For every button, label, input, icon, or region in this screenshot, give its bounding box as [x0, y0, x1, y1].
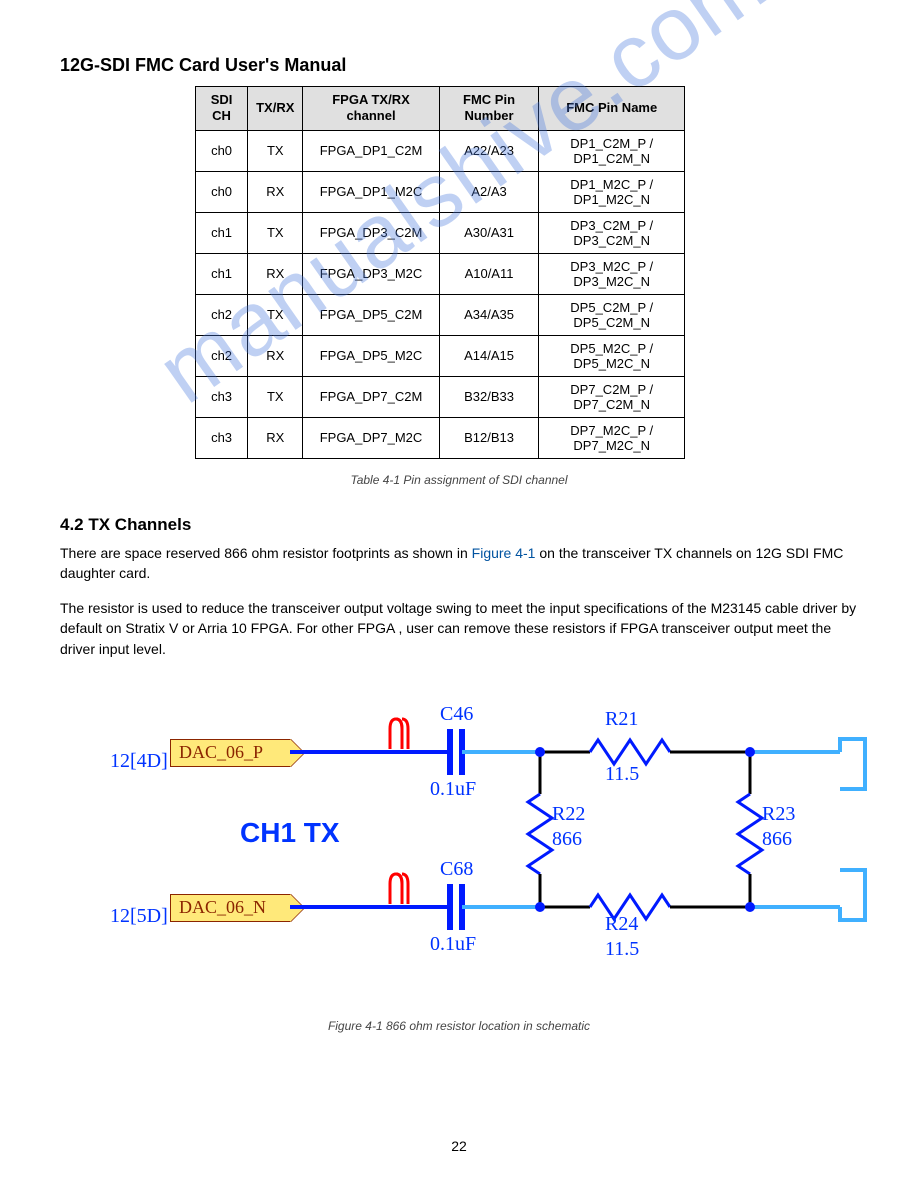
table-cell: RX: [248, 171, 303, 212]
table-cell: DP1_M2C_P / DP1_M2C_N: [539, 171, 685, 212]
table-cell: ch2: [196, 294, 248, 335]
table-row: ch1RXFPGA_DP3_M2CA10/A11DP3_M2C_P / DP3_…: [196, 253, 685, 294]
table-cell: FPGA_DP7_M2C: [303, 417, 439, 458]
pin-assignment-table: SDI CH TX/RX FPGA TX/RX channel FMC Pin …: [195, 86, 685, 459]
value-r21: 11.5: [605, 764, 639, 784]
table-row: ch3RXFPGA_DP7_M2CB12/B13DP7_M2C_P / DP7_…: [196, 417, 685, 458]
table-cell: DP7_M2C_P / DP7_M2C_N: [539, 417, 685, 458]
table-cell: RX: [248, 335, 303, 376]
table-cell: A22/A23: [439, 130, 539, 171]
table-row: ch2TXFPGA_DP5_C2MA34/A35DP5_C2M_P / DP5_…: [196, 294, 685, 335]
table-cell: TX: [248, 294, 303, 335]
refdes-r23: R23: [762, 804, 795, 824]
table-cell: A34/A35: [439, 294, 539, 335]
table-cell: ch1: [196, 212, 248, 253]
table-cell: DP1_C2M_P / DP1_C2M_N: [539, 130, 685, 171]
table-cell: DP5_M2C_P / DP5_M2C_N: [539, 335, 685, 376]
body-paragraph-2: The resistor is used to reduce the trans…: [60, 598, 858, 659]
table-header-row: SDI CH TX/RX FPGA TX/RX channel FMC Pin …: [196, 87, 685, 131]
schematic-figure: 12[4D] DAC_06_P 12[5D] DAC_06_N CH1 TX: [110, 679, 890, 1009]
table-cell: FPGA_DP7_C2M: [303, 376, 439, 417]
value-r22: 866: [552, 829, 582, 849]
table-row: ch2RXFPGA_DP5_M2CA14/A15DP5_M2C_P / DP5_…: [196, 335, 685, 376]
col-txrx: TX/RX: [248, 87, 303, 131]
body-text: There are space reserved 866 ohm resisto…: [60, 545, 472, 561]
value-r23: 866: [762, 829, 792, 849]
table-cell: ch0: [196, 171, 248, 212]
refdes-r24: R24: [605, 914, 638, 934]
table-cell: A10/A11: [439, 253, 539, 294]
refdes-c68: C68: [440, 859, 473, 879]
table-cell: FPGA_DP5_C2M: [303, 294, 439, 335]
table-cell: FPGA_DP1_C2M: [303, 130, 439, 171]
table-cell: DP3_M2C_P / DP3_M2C_N: [539, 253, 685, 294]
col-fmcpin: FMC Pin Number: [439, 87, 539, 131]
table-cell: DP3_C2M_P / DP3_C2M_N: [539, 212, 685, 253]
page-title: 12G-SDI FMC Card User's Manual: [60, 55, 858, 76]
table-cell: DP5_C2M_P / DP5_C2M_N: [539, 294, 685, 335]
col-fpga: FPGA TX/RX channel: [303, 87, 439, 131]
refdes-c46: C46: [440, 704, 473, 724]
value-c68: 0.1uF: [430, 934, 476, 954]
table-cell: B12/B13: [439, 417, 539, 458]
col-sdi-ch: SDI CH: [196, 87, 248, 131]
table-cell: FPGA_DP1_M2C: [303, 171, 439, 212]
page-number: 22: [0, 1138, 918, 1154]
table-row: ch0TXFPGA_DP1_C2MA22/A23DP1_C2M_P / DP1_…: [196, 130, 685, 171]
table-cell: TX: [248, 212, 303, 253]
table-row: ch0RXFPGA_DP1_M2CA2/A3DP1_M2C_P / DP1_M2…: [196, 171, 685, 212]
figure-caption: Figure 4-1 866 ohm resistor location in …: [60, 1019, 858, 1033]
table-cell: ch3: [196, 417, 248, 458]
table-cell: TX: [248, 130, 303, 171]
refdes-r21: R21: [605, 709, 638, 729]
table-row: ch1TXFPGA_DP3_C2MA30/A31DP3_C2M_P / DP3_…: [196, 212, 685, 253]
table-caption: Table 4-1 Pin assignment of SDI channel: [60, 473, 858, 487]
table-cell: A2/A3: [439, 171, 539, 212]
table-cell: A30/A31: [439, 212, 539, 253]
figure-reference: Figure 4-1: [472, 545, 536, 561]
table-cell: ch2: [196, 335, 248, 376]
table-cell: A14/A15: [439, 335, 539, 376]
table-cell: RX: [248, 253, 303, 294]
value-c46: 0.1uF: [430, 779, 476, 799]
table-cell: FPGA_DP3_C2M: [303, 212, 439, 253]
col-fmcname: FMC Pin Name: [539, 87, 685, 131]
table-cell: ch0: [196, 130, 248, 171]
table-cell: FPGA_DP5_M2C: [303, 335, 439, 376]
page: 12G-SDI FMC Card User's Manual SDI CH TX…: [0, 0, 918, 1188]
refdes-r22: R22: [552, 804, 585, 824]
section-heading: 4.2 TX Channels: [60, 515, 858, 535]
table-cell: ch1: [196, 253, 248, 294]
table-cell: FPGA_DP3_M2C: [303, 253, 439, 294]
table-row: ch3TXFPGA_DP7_C2MB32/B33DP7_C2M_P / DP7_…: [196, 376, 685, 417]
table-cell: B32/B33: [439, 376, 539, 417]
table-cell: TX: [248, 376, 303, 417]
body-paragraph-1: There are space reserved 866 ohm resisto…: [60, 543, 858, 584]
table-cell: ch3: [196, 376, 248, 417]
value-r24: 11.5: [605, 939, 639, 959]
table-cell: DP7_C2M_P / DP7_C2M_N: [539, 376, 685, 417]
table-cell: RX: [248, 417, 303, 458]
